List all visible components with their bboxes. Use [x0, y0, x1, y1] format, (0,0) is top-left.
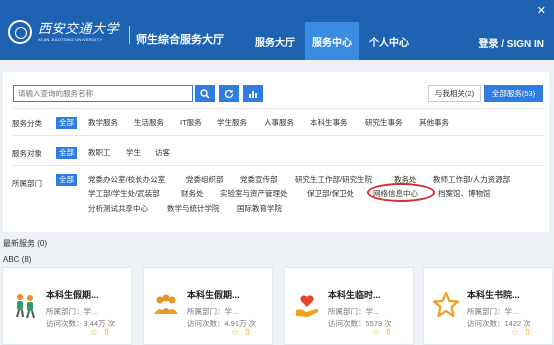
service-name: 本科生临时... — [328, 290, 381, 300]
service-filter-panel: 与我相关(2) 全部服务(53) 服务分类 全部 教学服务 生活服务 IT服务 … — [3, 72, 549, 232]
favorite-star-icon[interactable]: ☆ — [90, 328, 99, 337]
service-actions: ☆ ⇧ — [511, 328, 533, 337]
site-title: 师生综合服务大厅 — [136, 34, 224, 46]
audience-staff[interactable]: 教职工 — [88, 147, 111, 159]
category-living[interactable]: 生活服务 — [134, 117, 164, 129]
service-dept: 所属部门：学... — [46, 307, 98, 316]
nav-service-center[interactable]: 服务中心 — [305, 22, 359, 60]
category-all[interactable]: 全部 — [56, 117, 77, 129]
university-name-cn: 西安交通大学 — [38, 21, 120, 37]
group-icon — [154, 294, 178, 314]
service-name: 本科生假期... — [187, 290, 240, 300]
service-name: 本科生书院... — [467, 290, 520, 300]
divider — [13, 108, 543, 109]
share-icon[interactable]: ⇧ — [103, 328, 112, 337]
category-teaching[interactable]: 教学服务 — [88, 117, 118, 129]
dept-all[interactable]: 全部 — [56, 174, 77, 186]
search-icon — [200, 88, 210, 99]
divider — [13, 135, 543, 136]
dept-archives-museum[interactable]: 档案馆、博物馆 — [438, 188, 491, 200]
dept-finance[interactable]: 财务处 — [181, 188, 204, 200]
audience-student[interactable]: 学生 — [126, 147, 141, 159]
university-name-en: XI'AN JIAOTONG UNIVERSITY — [38, 36, 103, 42]
university-emblem-icon — [8, 20, 32, 44]
search-input[interactable] — [13, 85, 193, 102]
service-name: 本科生假期... — [46, 290, 99, 300]
service-card[interactable]: 本科生假期... 所属部门：学... 访问次数：4.91万 次 ☆ ⇧ — [143, 267, 273, 345]
dept-party-office[interactable]: 党委办公室/校长办公室 — [88, 174, 165, 186]
service-dept: 所属部门：学... — [467, 307, 519, 316]
category-undergrad[interactable]: 本科生事务 — [310, 117, 348, 129]
chart-icon — [249, 90, 257, 98]
service-card[interactable]: 本科生临时... 所属部门：学... 访问次数：5573 次 ☆ ⇧ — [284, 267, 414, 345]
dept-lab-assets[interactable]: 实验室与资产管理处 — [220, 188, 288, 200]
abc-group-title: ABC (8) — [3, 255, 32, 264]
service-actions: ☆ ⇧ — [90, 328, 112, 337]
category-hr[interactable]: 人事服务 — [264, 117, 294, 129]
dept-hr[interactable]: 教师工作部/人力资源部 — [433, 174, 510, 186]
dept-security[interactable]: 保卫部/保卫处 — [307, 188, 354, 200]
nav-service-hall[interactable]: 服务大厅 — [245, 22, 305, 60]
refresh-icon — [224, 89, 234, 98]
share-icon[interactable]: ⇧ — [385, 328, 394, 337]
category-it[interactable]: IT服务 — [180, 117, 202, 129]
dept-student-affairs[interactable]: 学工部/学生处/武装部 — [88, 188, 160, 200]
dept-international[interactable]: 国际教育学院 — [237, 203, 282, 215]
recent-services-title: 最新服务 (0) — [3, 239, 47, 248]
nav-personal-center[interactable]: 个人中心 — [359, 22, 419, 60]
divider — [13, 165, 543, 166]
category-label: 服务分类 — [12, 119, 42, 128]
dept-academic-affairs[interactable]: 教务处 — [394, 174, 417, 186]
header-separator — [129, 26, 130, 44]
top-header: 西安交通大学 XI'AN JIAOTONG UNIVERSITY 师生综合服务大… — [0, 0, 554, 60]
dept-organization[interactable]: 党委组织部 — [186, 174, 224, 186]
dept-math-stats[interactable]: 数学与统计学院 — [167, 203, 220, 215]
service-card[interactable]: 本科生书院... 所属部门：学... 访问次数：1422 次 ☆ ⇧ — [423, 267, 553, 345]
main-nav: 服务大厅 服务中心 个人中心 — [245, 22, 419, 60]
dept-label: 所属部门 — [12, 179, 42, 188]
category-graduate[interactable]: 研究生事务 — [365, 117, 403, 129]
audience-visitor[interactable]: 访客 — [155, 147, 170, 159]
favorite-star-icon[interactable]: ☆ — [231, 328, 240, 337]
related-to-me-button[interactable]: 与我相关(2) — [428, 85, 481, 102]
share-icon[interactable]: ⇧ — [244, 328, 253, 337]
category-other[interactable]: 其他事务 — [419, 117, 449, 129]
service-actions: ☆ ⇧ — [231, 328, 253, 337]
service-card[interactable]: 本科生假期... 所属部门：学... 访问次数：3.44万 次 ☆ ⇧ — [2, 267, 132, 345]
all-services-button[interactable]: 全部服务(53) — [484, 85, 543, 102]
stats-button[interactable] — [243, 85, 263, 102]
share-icon[interactable]: ⇧ — [524, 328, 533, 337]
close-icon[interactable]: ✕ — [537, 4, 546, 17]
favorite-star-icon[interactable]: ☆ — [511, 328, 520, 337]
login-link[interactable]: 登录 / SIGN IN — [478, 35, 544, 50]
heart-hand-icon — [296, 295, 319, 317]
dept-analysis-center[interactable]: 分析测试共享中心 — [88, 203, 148, 215]
favorite-star-icon[interactable]: ☆ — [372, 328, 381, 337]
hikers-icon — [16, 294, 35, 319]
search-button[interactable] — [195, 85, 215, 102]
star-icon — [432, 291, 460, 318]
service-dept: 所属部门：学... — [187, 307, 239, 316]
service-dept: 所属部门：学... — [328, 307, 380, 316]
category-student[interactable]: 学生服务 — [217, 117, 247, 129]
service-actions: ☆ ⇧ — [372, 328, 394, 337]
dept-graduate-school[interactable]: 研究生工作部/研究生院 — [295, 174, 372, 186]
university-logo[interactable]: 西安交通大学 XI'AN JIAOTONG UNIVERSITY — [8, 20, 119, 44]
audience-all[interactable]: 全部 — [56, 147, 77, 159]
dept-publicity[interactable]: 党委宣传部 — [240, 174, 278, 186]
audience-label: 服务对象 — [12, 149, 42, 158]
refresh-button[interactable] — [219, 85, 239, 102]
dept-network-center[interactable]: 网络信息中心 — [373, 188, 418, 200]
